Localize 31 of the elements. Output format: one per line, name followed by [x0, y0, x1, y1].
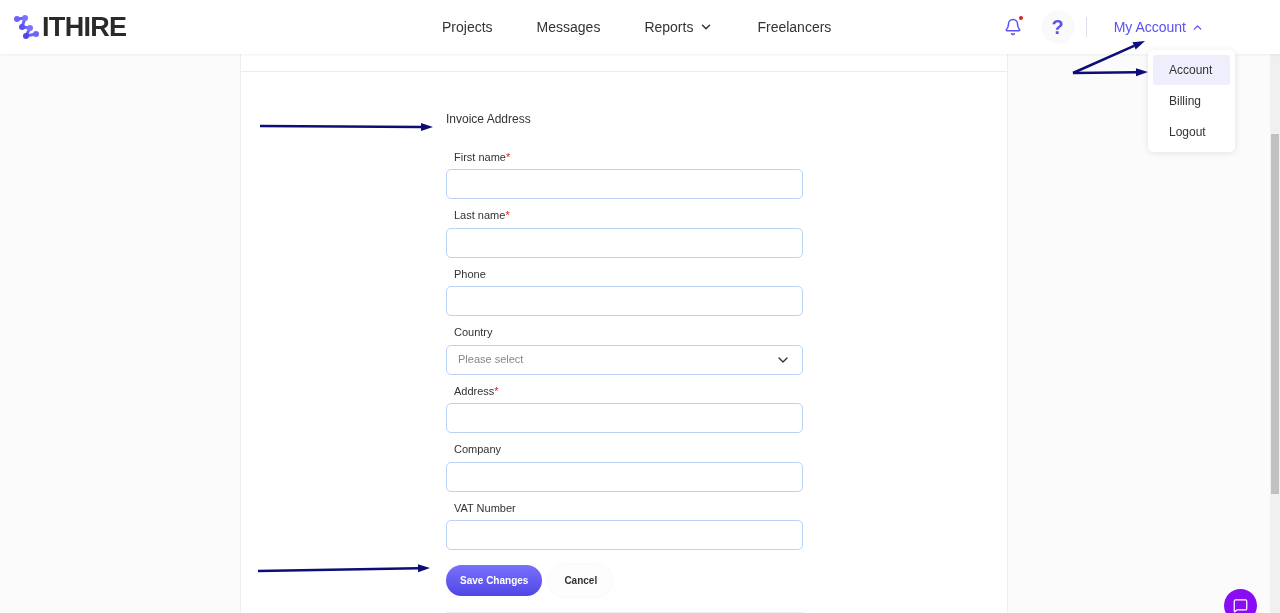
menu-item[interactable]: Billing	[1153, 86, 1230, 116]
menu-item[interactable]: Account	[1153, 55, 1230, 85]
section-title: Invoice Address	[446, 110, 532, 128]
input-field[interactable]	[446, 227, 803, 258]
molecule-logo-icon	[13, 14, 39, 40]
field-label: VAT Number	[453, 500, 517, 516]
save-button[interactable]: Save Changes	[446, 565, 543, 596]
nav-link[interactable]: Freelancers	[757, 16, 832, 38]
nav-link[interactable]: Projects	[442, 16, 493, 38]
input-field[interactable]	[446, 403, 803, 433]
scrollbar[interactable]	[1270, 54, 1280, 613]
field-label: Last name*	[453, 208, 511, 223]
menu-item[interactable]: Logout	[1153, 117, 1230, 147]
input-field[interactable]	[446, 520, 803, 550]
logo-wordmark[interactable]: ITHIRE	[42, 6, 127, 48]
help-button[interactable]: ?	[1042, 12, 1073, 42]
field-label: Company	[453, 442, 503, 457]
account-menu-button[interactable]: My Account	[1099, 16, 1218, 38]
cancel-button[interactable]: Cancel	[549, 565, 613, 596]
select-field[interactable]: Please select	[446, 344, 803, 375]
field-label: Phone	[453, 266, 487, 282]
field-label: Address*	[453, 383, 500, 399]
input-field[interactable]	[446, 169, 803, 199]
nav-link[interactable]: Reports	[644, 16, 714, 38]
nav-link[interactable]: Messages	[536, 16, 601, 38]
input-field[interactable]	[446, 461, 803, 492]
input-field[interactable]	[446, 286, 803, 316]
field-label: First name*	[453, 149, 512, 165]
field-label: Country	[453, 325, 494, 340]
chat-icon	[1233, 598, 1248, 613]
bell-icon	[1003, 18, 1022, 36]
